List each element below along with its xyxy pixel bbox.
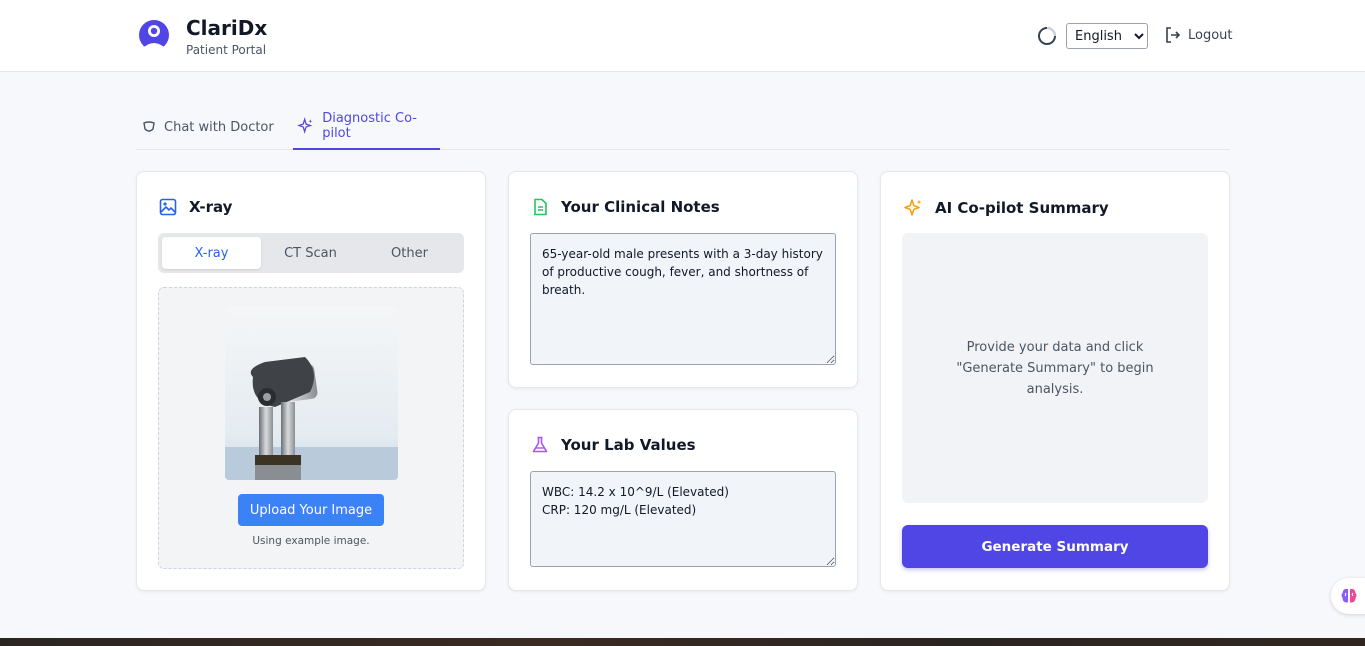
example-image-note: Using example image. [252,535,370,547]
xray-title-text: X-ray [189,198,233,216]
xray-card: X-ray X-ray CT Scan Other Upload Your Im… [136,171,486,591]
ai-summary-card: AI Co-pilot Summary Provide your data an… [880,171,1230,591]
logout-icon [1166,27,1181,43]
modality-selector: X-ray CT Scan Other [158,233,464,273]
clinical-notes-title-text: Your Clinical Notes [561,198,720,216]
document-icon [534,198,547,216]
app-subtitle: Patient Portal [186,43,267,57]
summary-placeholder-text: Provide your data and click "Generate Su… [956,339,1154,397]
lab-values-title-text: Your Lab Values [561,436,696,454]
upload-image-button[interactable]: Upload Your Image [238,494,384,526]
brain-icon [1341,588,1357,603]
xray-card-title: X-ray [159,198,232,216]
shield-icon [143,121,155,132]
tab-chat-with-doctor[interactable]: Chat with Doctor [142,104,274,150]
example-image-preview [225,307,398,480]
image-drop-zone[interactable]: Upload Your Image Using example image. [158,287,464,569]
ai-summary-title-text: AI Co-pilot Summary [935,199,1109,217]
tab-label: Diagnostic Co-pilot [322,111,417,141]
tab-label: Chat with Doctor [164,119,274,135]
lab-values-card: Your Lab Values WBC: 14.2 x 10^9/L (Elev… [508,409,858,591]
language-select[interactable]: English [1066,23,1148,49]
lab-values-textarea[interactable]: WBC: 14.2 x 10^9/L (Elevated) CRP: 120 m… [530,471,836,567]
lab-values-title: Your Lab Values [531,436,696,454]
clinical-notes-title: Your Clinical Notes [531,198,720,216]
modality-other-button[interactable]: Other [360,237,459,269]
taskbar-strip [0,638,1365,646]
flask-icon [532,436,548,453]
tab-diagnostic-copilot[interactable]: Diagnostic Co-pilot [293,104,440,150]
app-name: ClariDx [186,16,268,40]
image-icon [159,198,177,216]
sparkles-icon [297,117,313,134]
clinical-notes-card: Your Clinical Notes 65-year-old male pre… [508,171,858,388]
modality-xray-button[interactable]: X-ray [162,237,261,269]
claridx-logo-icon [139,20,169,52]
loading-spinner-icon[interactable] [1036,25,1058,47]
summary-output-area: Provide your data and click "Generate Su… [902,233,1208,503]
generate-summary-button[interactable]: Generate Summary [902,525,1208,568]
assistant-floating-button[interactable] [1331,578,1365,614]
modality-ct-scan-button[interactable]: CT Scan [261,237,360,269]
main-tabs: Chat with Doctor Diagnostic Co-pilot [136,104,1230,150]
logout-button[interactable]: Logout [1164,26,1233,44]
logout-label: Logout [1188,27,1233,43]
clinical-notes-textarea[interactable]: 65-year-old male presents with a 3-day h… [530,233,836,365]
sparkles-icon [904,199,922,216]
ai-summary-title: AI Co-pilot Summary [903,198,1109,218]
app-header: ClariDx Patient Portal English Logout [0,0,1365,72]
brand: ClariDx Patient Portal [186,16,267,58]
